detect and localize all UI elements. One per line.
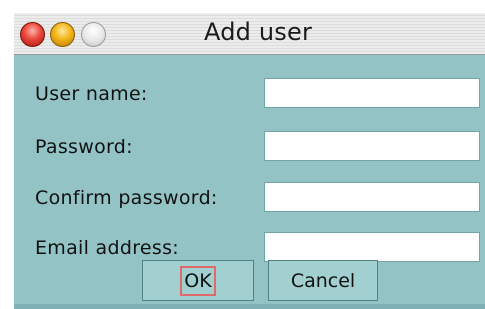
username-input[interactable] <box>264 78 480 108</box>
add-user-dialog: Add user User name: Password: Confirm pa… <box>14 13 485 309</box>
close-icon[interactable] <box>20 22 45 47</box>
dialog-content: User name: Password: Confirm password: E… <box>14 55 485 309</box>
password-row: Password: <box>14 127 485 167</box>
ok-button-label: OK <box>180 265 216 296</box>
email-label: Email address: <box>35 237 180 259</box>
title-bar[interactable]: Add user <box>14 13 485 55</box>
ok-button[interactable]: OK <box>142 260 254 301</box>
window-bottom-edge <box>14 304 485 309</box>
email-input[interactable] <box>264 232 480 262</box>
cancel-button[interactable]: Cancel <box>268 260 378 301</box>
confirm-password-input[interactable] <box>264 182 480 212</box>
zoom-icon[interactable] <box>81 22 106 47</box>
confirm-password-label: Confirm password: <box>35 187 218 209</box>
username-label: User name: <box>35 83 148 105</box>
username-row: User name: <box>14 74 485 114</box>
password-input[interactable] <box>264 131 480 161</box>
window-title: Add user <box>204 18 313 46</box>
confirm-password-row: Confirm password: <box>14 178 485 218</box>
password-label: Password: <box>35 136 133 158</box>
minimize-icon[interactable] <box>50 22 75 47</box>
